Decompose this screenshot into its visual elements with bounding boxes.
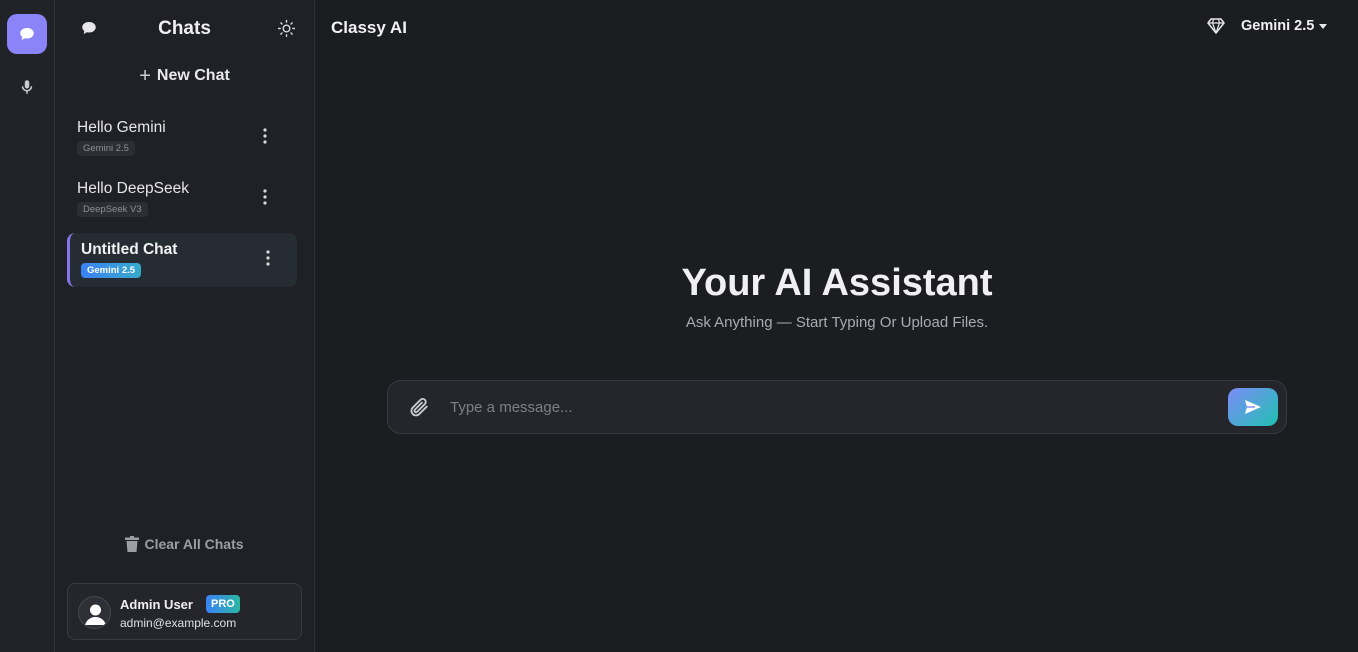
diamond-icon bbox=[1207, 18, 1225, 34]
chat-model-badge: Gemini 2.5 bbox=[81, 263, 142, 278]
chat-list-item[interactable]: Hello Gemini Gemini 2.5 bbox=[67, 111, 297, 165]
more-vertical-icon[interactable] bbox=[266, 250, 270, 266]
paperclip-icon[interactable] bbox=[408, 396, 430, 418]
trash-icon bbox=[125, 536, 140, 552]
message-composer bbox=[387, 380, 1287, 434]
more-vertical-icon[interactable] bbox=[263, 189, 267, 205]
chat-list-item-active[interactable]: Untitled Chat Gemini 2.5 bbox=[67, 233, 297, 287]
new-chat-button[interactable]: + New Chat bbox=[55, 64, 314, 88]
sun-icon[interactable] bbox=[277, 19, 296, 38]
more-vertical-icon[interactable] bbox=[263, 128, 267, 144]
caret-down-icon bbox=[1319, 23, 1328, 29]
chat-title: Hello DeepSeek bbox=[77, 180, 190, 197]
app-title: Classy AI bbox=[331, 18, 407, 37]
clear-all-chats-button[interactable]: Clear All Chats bbox=[55, 536, 314, 552]
icon-rail bbox=[0, 0, 55, 652]
hero-subtitle: Ask Anything — Start Typing Or Upload Fi… bbox=[685, 314, 989, 331]
new-chat-label: New Chat bbox=[156, 67, 230, 84]
avatar bbox=[78, 596, 111, 629]
user-profile-card[interactable]: Admin User PRO admin@example.com bbox=[67, 583, 302, 640]
chat-model-badge: DeepSeek V3 bbox=[77, 202, 148, 217]
rail-voice-button[interactable] bbox=[7, 67, 47, 107]
chat-bubble-icon bbox=[20, 28, 34, 40]
send-button[interactable] bbox=[1228, 388, 1278, 426]
chat-sidebar: Chats + New Chat Hello Gemini Gemini 2.5… bbox=[55, 0, 315, 652]
chat-title: Untitled Chat bbox=[81, 241, 178, 258]
model-selector-label: Gemini 2.5 bbox=[1241, 18, 1315, 34]
chat-list-item[interactable]: Hello DeepSeek DeepSeek V3 bbox=[67, 172, 297, 226]
user-name: Admin User bbox=[120, 597, 193, 612]
main-panel: Classy AI Gemini 2.5 Your AI Assistant A… bbox=[316, 0, 1358, 652]
chat-model-badge: Gemini 2.5 bbox=[77, 141, 135, 156]
message-input[interactable] bbox=[450, 395, 1210, 419]
sidebar-header: Chats bbox=[55, 0, 314, 56]
user-icon bbox=[85, 604, 106, 625]
sidebar-title: Chats bbox=[158, 18, 211, 39]
rail-chats-button[interactable] bbox=[7, 14, 47, 54]
chat-title: Hello Gemini bbox=[77, 119, 166, 136]
plus-icon: + bbox=[139, 65, 151, 87]
microphone-icon bbox=[21, 80, 33, 94]
model-selector[interactable]: Gemini 2.5 bbox=[1207, 15, 1328, 37]
plan-badge: PRO bbox=[206, 595, 240, 613]
send-icon bbox=[1245, 400, 1261, 414]
user-email: admin@example.com bbox=[120, 616, 237, 630]
clear-all-label: Clear All Chats bbox=[144, 536, 244, 552]
hero-title: Your AI Assistant bbox=[681, 262, 993, 304]
